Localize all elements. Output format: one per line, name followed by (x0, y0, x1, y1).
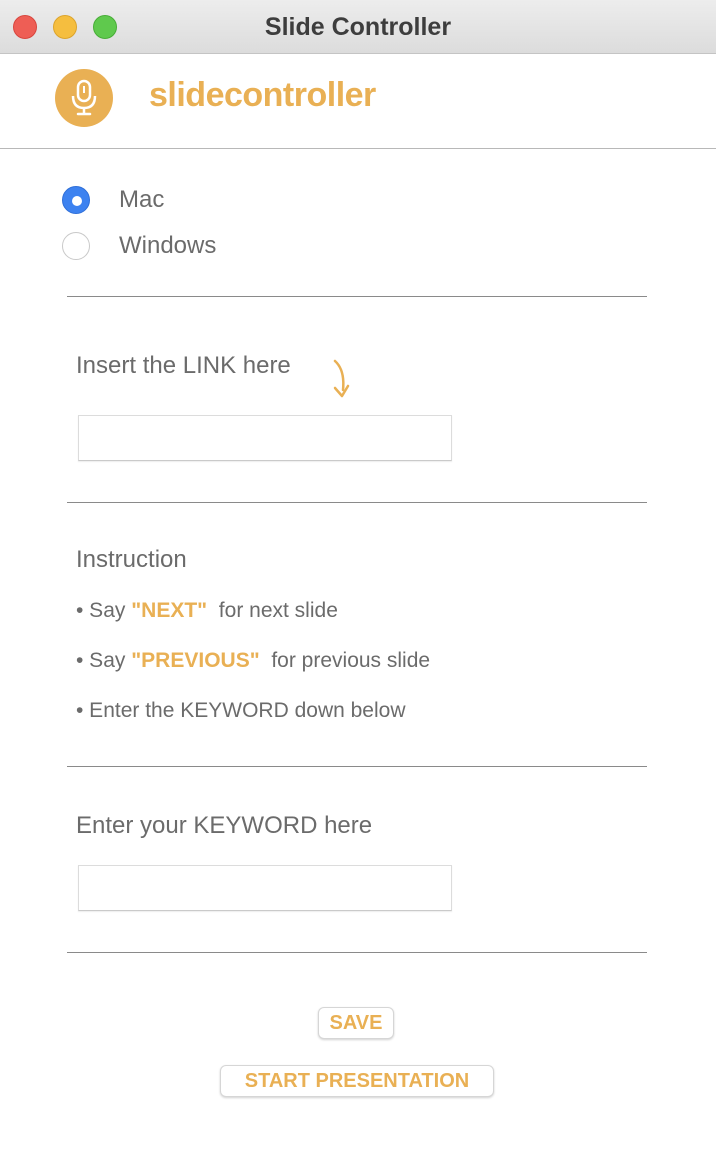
instruction-keyword: "NEXT" (131, 599, 208, 622)
keyword-input[interactable] (78, 865, 452, 911)
radio-option-mac[interactable]: Mac (62, 186, 164, 214)
app-header: slidecontroller (0, 54, 716, 149)
instruction-prefix: • Say (76, 599, 132, 622)
mac-radio-button[interactable] (62, 186, 90, 214)
windows-radio-button[interactable] (62, 232, 90, 260)
link-input[interactable] (78, 415, 452, 461)
title-bar: Slide Controller (0, 0, 716, 54)
keyword-label: Enter your KEYWORD here (76, 812, 373, 839)
instruction-prefix: • Say (76, 649, 132, 672)
link-label: Insert the LINK here (76, 352, 291, 379)
instruction-keyword: "PREVIOUS" (131, 649, 260, 672)
instruction-item: • Say "NEXT" for next slide (76, 599, 338, 623)
instruction-suffix: for previous slide (259, 649, 431, 672)
microphone-icon (71, 79, 97, 116)
instruction-title: Instruction (76, 546, 187, 573)
start-presentation-button[interactable]: START PRESENTATION (220, 1065, 494, 1097)
curved-arrow-icon (333, 359, 350, 398)
instruction-item: • Enter the KEYWORD down below (76, 699, 406, 723)
instruction-prefix: • Enter the KEYWORD down below (76, 699, 406, 722)
save-button[interactable]: SAVE (318, 1007, 394, 1039)
window-title: Slide Controller (264, 13, 452, 41)
instruction-suffix: for next slide (207, 599, 338, 622)
radio-label-windows: Windows (119, 232, 217, 259)
divider (67, 952, 647, 953)
divider (67, 296, 647, 297)
radio-label-mac: Mac (119, 186, 165, 213)
divider (67, 766, 647, 767)
brand-name: slidecontroller (149, 76, 376, 114)
instruction-item: • Say "PREVIOUS" for previous slide (76, 649, 430, 673)
divider (67, 502, 647, 503)
app-logo (55, 69, 113, 127)
radio-option-windows[interactable]: Windows (62, 232, 216, 260)
